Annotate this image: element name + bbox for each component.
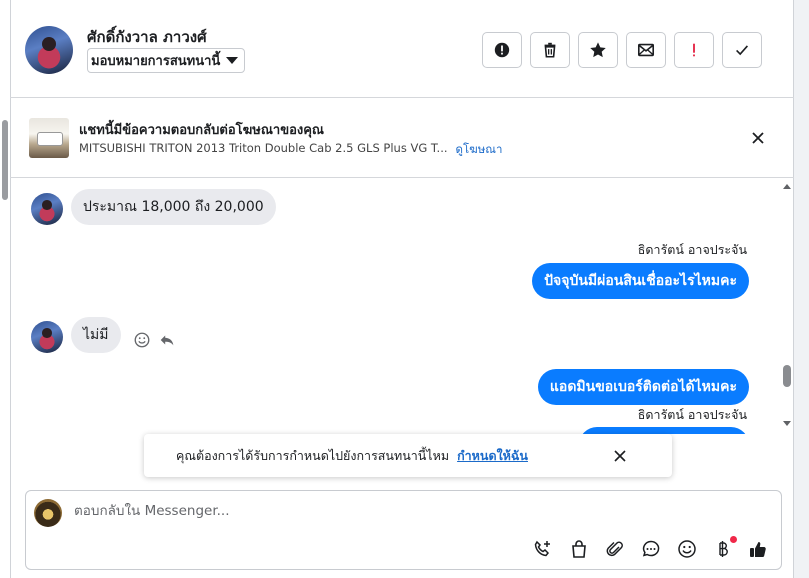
sender-name: ธิดารัตน์ อาจประจัน [637,242,747,257]
ad-banner-title: แชทนี้มีข้อความตอบกลับต่อโฆษณาของคุณ [79,123,324,138]
message-thread: ประมาณ 18,000 ถึง 20,000 ธิดารัตน์ อาจปร… [10,178,794,434]
contact-avatar [31,193,63,225]
thread-scrollbar[interactable] [780,178,794,434]
emoji-icon [678,540,696,558]
emoji-button[interactable] [677,539,697,559]
outgoing-message[interactable] [579,427,749,434]
emoji-react-icon[interactable] [133,331,151,349]
incoming-message[interactable]: ไม่มี [71,317,121,353]
attachment-icon [606,541,623,557]
notification-dot [730,536,737,543]
page-avatar [34,499,62,527]
star-icon [590,42,606,58]
add-call-button[interactable] [532,539,552,559]
report-spam-button[interactable] [482,32,522,68]
mail-icon [637,43,655,57]
priority-icon [693,43,695,57]
ad-banner-subtitle: MITSUBISHI TRITON 2013 Triton Double Cab… [79,141,502,159]
sender-name: ธิดารัตน์ อาจประจัน [637,407,747,422]
assign-dropdown[interactable]: มอบหมายการสนทนานี้ [87,48,246,73]
conversation-header: ศักดิ์กังวาล ภาวงศ์ มอบหมายการสนทนานี้ [10,0,794,98]
priority-button[interactable] [674,32,714,68]
attach-button[interactable] [605,539,625,559]
like-button[interactable] [748,539,768,559]
reply-icon[interactable] [158,331,176,349]
message-text: ประมาณ 18,000 ถึง 20,000 [83,199,264,215]
page-scrollbar-thumb[interactable] [2,120,8,200]
message-text: ไม่มี [83,327,109,343]
assign-to-me-link[interactable]: กำหนดให้ฉัน [457,446,528,466]
assign-prompt-toast: คุณต้องการได้รับการกำหนดไปยังการสนทนานี้… [144,434,672,477]
shop-button[interactable] [569,539,589,559]
message-text: แอดมินขอเบอร์ติดต่อได้ไหมคะ [549,379,737,395]
scroll-up-arrow-icon[interactable] [783,184,791,189]
outgoing-message[interactable]: ปัจจุบันมีผ่อนสินเชื่ออะไรไหมคะ [532,263,749,299]
message-composer [25,490,782,570]
reply-input[interactable] [74,503,674,519]
saved-reply-icon [642,540,660,557]
ad-reply-banner: แชทนี้มีข้อความตอบกลับต่อโฆษณาของคุณ MIT… [10,98,794,178]
outgoing-message[interactable]: แอดมินขอเบอร์ติดต่อได้ไหมคะ [537,369,749,405]
contact-name[interactable]: ศักดิ์กังวาล ภาวงศ์ [87,25,207,49]
trash-icon [544,42,556,58]
close-icon[interactable] [748,128,768,148]
add-call-icon [534,540,550,557]
close-icon[interactable] [612,448,628,464]
report-icon [494,42,510,58]
view-ad-link[interactable]: ดูโฆษณา [456,141,503,159]
mark-unread-button[interactable] [626,32,666,68]
assign-prompt-text: คุณต้องการได้รับการกำหนดไปยังการสนทนานี้… [176,447,450,463]
mark-done-button[interactable] [722,32,762,68]
scroll-down-arrow-icon[interactable] [783,421,791,426]
caret-down-icon [226,57,239,64]
page-scrollbar[interactable] [0,110,10,200]
ad-thumbnail[interactable] [29,118,69,158]
check-icon [736,45,749,56]
payment-icon [719,541,728,557]
saved-reply-button[interactable] [641,539,661,559]
contact-avatar[interactable] [25,26,73,74]
assign-label: มอบหมายการสนทนานี้ [91,54,221,69]
star-button[interactable] [578,32,618,68]
shopping-bag-icon [572,540,586,558]
thread-scrollbar-thumb[interactable] [783,365,791,387]
incoming-message[interactable]: ประมาณ 18,000 ถึง 20,000 [71,189,276,225]
message-text: ปัจจุบันมีผ่อนสินเชื่ออะไรไหมคะ [544,273,737,289]
contact-avatar [31,321,63,353]
right-edge [794,0,809,578]
ad-product-title: MITSUBISHI TRITON 2013 Triton Double Cab… [79,141,448,155]
delete-button[interactable] [530,32,570,68]
like-icon [750,542,766,557]
payment-button[interactable] [713,539,733,559]
